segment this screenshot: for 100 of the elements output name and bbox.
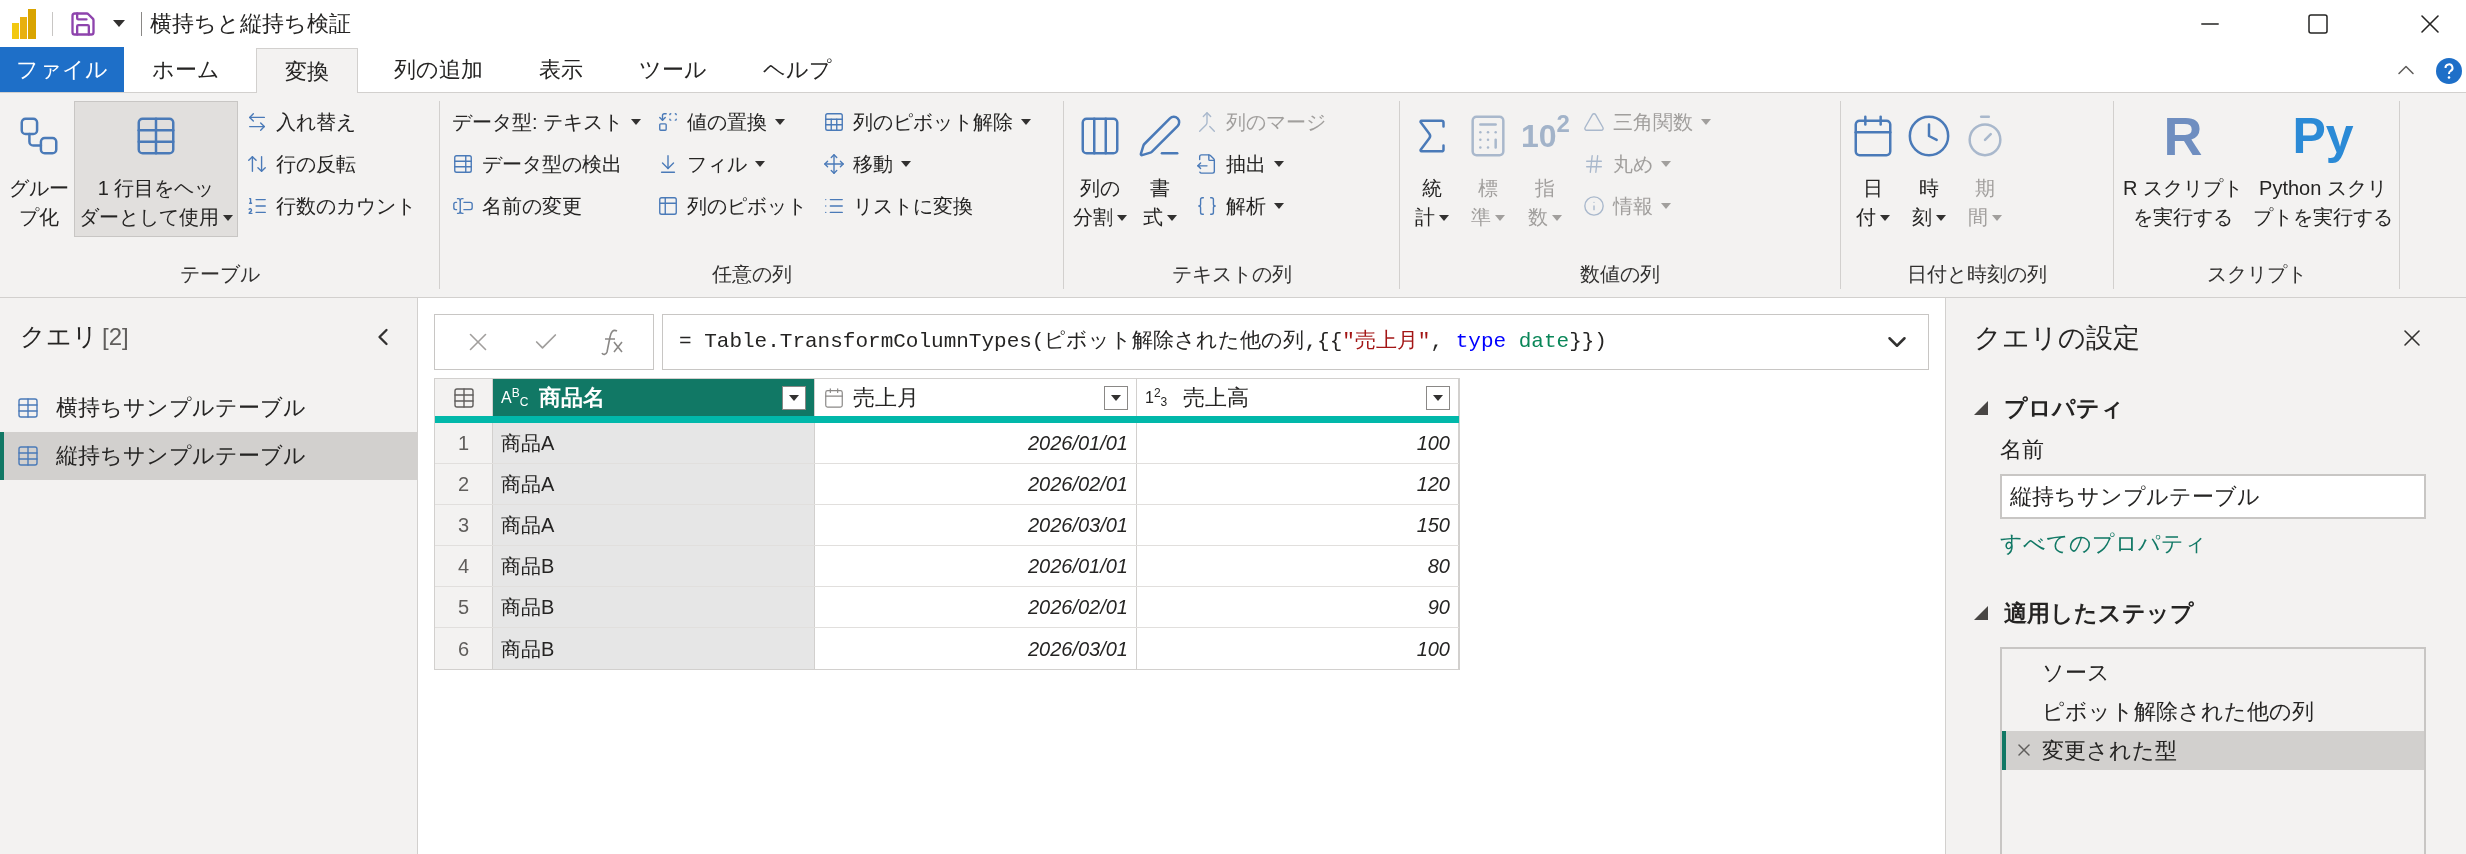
group-label: テーブル <box>178 262 261 287</box>
ribbon-button[interactable]: リストに変換 <box>819 185 1036 227</box>
ribbon-button[interactable]: 日 付 <box>1845 101 1901 237</box>
pen-icon <box>1137 113 1183 159</box>
table-cell: 商品A <box>493 423 815 463</box>
ribbon-button[interactable]: 統 計 <box>1404 101 1460 237</box>
ribbon-button[interactable]: 列のピボット解除 <box>819 101 1036 143</box>
ribbon-tab[interactable]: ヘルプ <box>735 47 860 92</box>
window-title: 横持ちと縦持ち検証 <box>150 10 351 38</box>
table-cell: 商品A <box>493 464 815 504</box>
ribbon-button[interactable]: 行数のカウント <box>242 185 420 227</box>
step-label: ソース <box>2042 658 2110 687</box>
save-icon[interactable] <box>69 9 97 38</box>
ribbon-button[interactable]: グルー プ化 <box>4 101 74 237</box>
dropdown-caret-icon[interactable] <box>113 19 125 28</box>
table-cell: 150 <box>1137 505 1459 545</box>
table-cell: 2026/01/01 <box>815 546 1137 586</box>
ribbon-tab[interactable]: ツール <box>611 47 735 92</box>
row-number: 6 <box>435 628 493 669</box>
group-label: 任意の列 <box>710 262 793 287</box>
script-logo-icon: Py <box>2292 107 2354 165</box>
step-item[interactable]: ピボット解除された他の列 <box>2002 691 2424 731</box>
filter-button[interactable] <box>782 385 806 410</box>
braces-icon <box>1196 195 1218 217</box>
triangle-icon <box>1582 111 1605 133</box>
group-label: スクリプト <box>2205 262 2308 287</box>
up-down-arrows-icon <box>246 153 268 175</box>
query-item[interactable]: 横持ちサンプルテーブル <box>0 383 417 432</box>
field-label: 名前 <box>2000 436 2045 464</box>
ribbon-button[interactable]: 抽出 <box>1192 143 1330 185</box>
table-icon <box>657 195 680 217</box>
app-logo-icon <box>12 8 36 39</box>
ribbon-button[interactable]: R R スクリプト を実行する <box>2118 101 2248 237</box>
ribbon-tab[interactable]: 列の追加 <box>366 47 511 92</box>
collapse-triangle-icon[interactable] <box>1974 400 1988 415</box>
table-icon <box>452 153 474 175</box>
table-menu-button[interactable] <box>435 379 493 416</box>
ribbon-button[interactable]: 時 刻 <box>1901 101 1957 237</box>
calendar-icon <box>823 386 845 409</box>
ribbon-button[interactable]: 行の反転 <box>242 143 420 185</box>
caret-icon <box>1433 394 1443 401</box>
name-field[interactable]: 縦持ちサンプルテーブル <box>2000 474 2426 519</box>
all-properties-link[interactable]: すべてのプロパティ <box>2000 527 2426 560</box>
ribbon-button[interactable]: 解析 <box>1192 185 1330 227</box>
move-arrows-icon <box>823 153 846 175</box>
sheet-icon <box>823 111 846 133</box>
group-label: テキストの列 <box>1170 262 1293 287</box>
ribbon-tab[interactable]: 表示 <box>511 47 611 92</box>
group-label: 日付と時刻の列 <box>1906 262 2048 287</box>
panel-title: クエリの設定 <box>1974 322 2140 355</box>
ribbon-button[interactable]: 移動 <box>819 143 1036 185</box>
table-cell: 商品B <box>493 587 815 627</box>
table-cell: 商品A <box>493 505 815 545</box>
group-label: 数値の列 <box>1579 262 1661 287</box>
info-icon <box>1582 195 1605 217</box>
column-name: 売上高 <box>1183 384 1250 412</box>
table-cell: 120 <box>1137 464 1459 504</box>
row-number: 3 <box>435 505 493 545</box>
ribbon-button[interactable]: 1 行目をヘッ ダーとして使用 <box>74 101 238 237</box>
ribbon-button[interactable]: 列の 分割 <box>1068 101 1132 237</box>
step-item[interactable]: ソース <box>2002 652 2424 692</box>
table-cell: 商品B <box>493 546 815 586</box>
row-number: 5 <box>435 587 493 627</box>
ribbon-button[interactable]: フィル <box>653 143 812 185</box>
query-item[interactable]: 縦持ちサンプルテーブル <box>0 431 417 480</box>
swap-arrows-icon <box>246 111 268 133</box>
file-output-icon <box>1196 153 1218 175</box>
row-number: 2 <box>435 464 493 504</box>
step-item[interactable]: 変更された型 <box>2002 730 2424 770</box>
ribbon-button[interactable]: データ型: テキスト <box>448 101 646 143</box>
ribbon-button[interactable]: 値の置換 <box>653 101 812 143</box>
ribbon-button[interactable]: データ型の検出 <box>448 143 646 185</box>
table-icon <box>16 395 40 420</box>
clock-icon <box>1906 113 1952 159</box>
ribbon-tab[interactable]: ホーム <box>124 47 248 92</box>
table-icon <box>16 443 40 468</box>
table-cell: 80 <box>1137 546 1459 586</box>
function-icon[interactable] <box>599 328 626 356</box>
collapse-triangle-icon[interactable] <box>1974 606 1988 621</box>
formula-field[interactable]: = Table.TransformColumnTypes(ピボット解除された他の列,{{"売上月", type date}}) <box>662 314 1929 370</box>
ribbon-button[interactable]: 書 式 <box>1132 101 1188 237</box>
filter-button[interactable] <box>1104 385 1128 410</box>
table-cell: 2026/03/01 <box>815 505 1137 545</box>
ribbon-tab[interactable]: 変換 <box>256 48 358 93</box>
ribbon-button[interactable]: Py Python スクリ プトを実行する <box>2248 101 2398 237</box>
help-icon[interactable] <box>2436 58 2462 84</box>
caret-icon <box>789 394 799 401</box>
table-cell: 100 <box>1137 628 1459 669</box>
merge-icon <box>1196 111 1218 133</box>
ribbon-button[interactable]: 入れ替え <box>242 101 420 143</box>
table-icon <box>451 385 476 410</box>
query-count: [2] <box>102 321 129 352</box>
ribbon-button[interactable]: 列のピボット <box>653 185 812 227</box>
numbered-list-icon <box>246 195 268 217</box>
step-label: 変更された型 <box>2042 736 2177 765</box>
filter-button[interactable] <box>1426 385 1450 410</box>
caret-icon <box>1111 394 1121 401</box>
ribbon-tab[interactable]: ファイル <box>0 47 124 92</box>
maximize-icon[interactable] <box>2306 11 2330 36</box>
ribbon-button[interactable]: 名前の変更 <box>448 185 646 227</box>
